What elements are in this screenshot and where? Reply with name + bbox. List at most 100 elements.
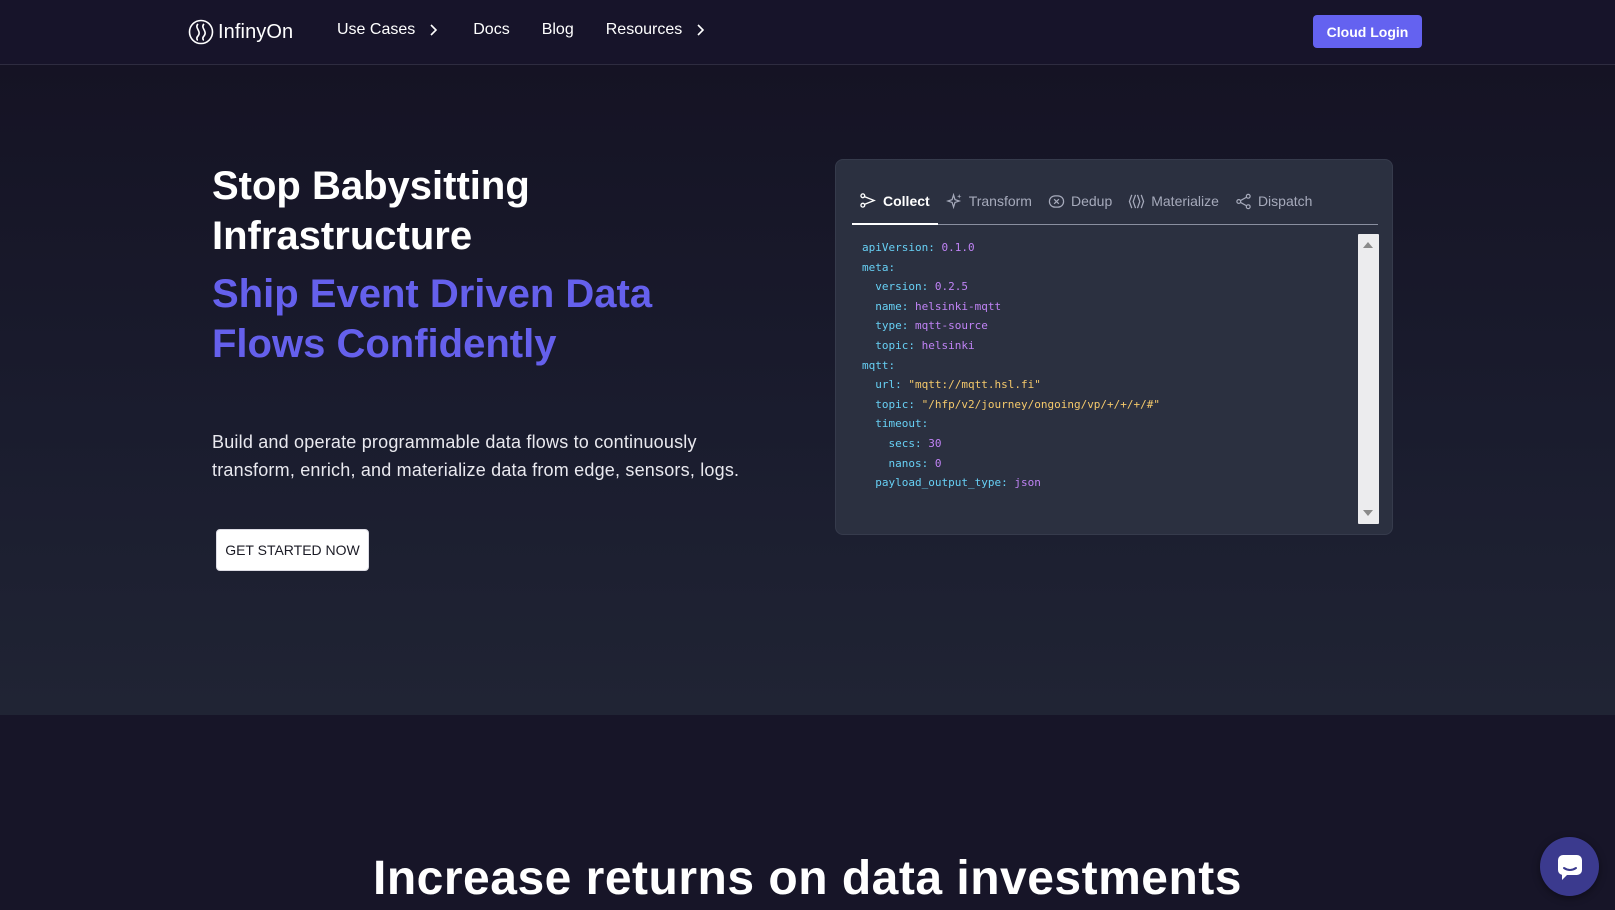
code-line: name: helsinki-mqtt: [862, 297, 1352, 317]
code-colon: :: [908, 397, 915, 411]
tab-materialize[interactable]: Materialize: [1120, 178, 1227, 224]
code-value: helsinki: [921, 338, 975, 352]
nav-docs[interactable]: Docs: [473, 21, 509, 39]
code-value: 0: [934, 456, 942, 470]
code-key: payload_output_type: [875, 476, 1002, 490]
code-colon: :: [908, 338, 915, 352]
section-title: Increase returns on data investments: [373, 852, 1242, 905]
get-started-button[interactable]: GET STARTED NOW: [216, 529, 369, 571]
code-value: helsinki-mqtt: [915, 299, 1002, 313]
code-line: timeout:: [862, 414, 1352, 434]
code-key: nanos: [888, 456, 922, 470]
hero-subtitle-line1: Ship Event Driven Data: [212, 272, 653, 316]
dedup-icon: [1048, 194, 1065, 208]
code-key: topic: [875, 397, 909, 411]
hero-section: Stop Babysitting Infrastructure Ship Eve…: [0, 65, 1615, 715]
code-scrollbar[interactable]: [1358, 234, 1379, 524]
code-line: version: 0.2.5: [862, 277, 1352, 297]
tab-transform[interactable]: Transform: [938, 178, 1040, 224]
code-colon: :: [921, 417, 929, 431]
top-navbar: InfinyOn Use Cases Docs Blog Resources C…: [0, 0, 1615, 65]
hero-title-line2: Infrastructure: [212, 214, 473, 258]
code-colon: :: [888, 260, 896, 274]
code-key: timeout: [875, 417, 922, 431]
code-colon: :: [895, 378, 902, 392]
code-colon: :: [888, 358, 896, 372]
code-key: topic: [875, 338, 909, 352]
code-colon: :: [915, 436, 922, 450]
code-line: topic: helsinki: [862, 336, 1352, 356]
tab-transform-label: Transform: [968, 193, 1032, 209]
code-key: apiVersion: [862, 241, 929, 254]
chat-widget-button[interactable]: [1540, 837, 1599, 896]
code-colon: :: [1001, 476, 1008, 490]
hero-subtitle-line2: Flows Confidently: [212, 322, 557, 366]
hero-headline: Stop Babysitting Infrastructure Ship Eve…: [212, 161, 772, 369]
cloud-login-button[interactable]: Cloud Login: [1313, 15, 1422, 48]
nav-blog-label: Blog: [541, 21, 574, 38]
hero-subtitle: Ship Event Driven Data Flows Confidently: [212, 269, 772, 369]
code-key: url: [875, 378, 896, 392]
hero-description-line2: transform, enrich, and materialize data …: [212, 460, 740, 480]
hero-title: Stop Babysitting Infrastructure: [212, 161, 772, 261]
tab-dispatch[interactable]: Dispatch: [1227, 178, 1320, 224]
scroll-down-arrow-icon[interactable]: [1363, 510, 1373, 516]
hero-description: Build and operate programmable data flow…: [212, 428, 802, 484]
code-line: topic: "/hfp/v2/journey/ongoing/vp/+/+/+…: [862, 395, 1352, 415]
code-example-card: Collect Transform Dedup Materialize Disp…: [835, 159, 1393, 535]
hero-description-line1: Build and operate programmable data flow…: [212, 432, 697, 452]
nav-blog[interactable]: Blog: [542, 21, 574, 39]
primary-nav: Use Cases Docs Blog Resources: [337, 21, 708, 39]
infinyon-logo[interactable]: InfinyOn: [188, 18, 293, 46]
nav-resources[interactable]: Resources: [606, 21, 708, 39]
tab-collect-label: Collect: [883, 192, 930, 209]
code-value: "/hfp/v2/journey/ongoing/vp/+/+/+/#": [921, 397, 1161, 411]
tab-dedup[interactable]: Dedup: [1040, 178, 1120, 224]
code-key: meta: [862, 260, 889, 274]
code-value: 0.2.5: [934, 280, 968, 294]
hero-title-line1: Stop Babysitting: [212, 164, 530, 208]
nav-use-cases[interactable]: Use Cases: [337, 21, 441, 39]
tab-dispatch-label: Dispatch: [1257, 193, 1313, 209]
scroll-up-arrow-icon[interactable]: [1363, 242, 1373, 248]
code-line: nanos: 0: [862, 454, 1352, 474]
code-line: apiVersion: 0.1.0: [862, 238, 1352, 258]
code-line: mqtt:: [862, 356, 1352, 376]
code-key: version: [875, 280, 922, 294]
code-line: secs: 30: [862, 434, 1352, 454]
code-block: apiVersion: 0.1.0 meta: version: 0.2.5 na…: [862, 238, 1352, 528]
code-line: meta:: [862, 258, 1352, 278]
code-colon: :: [928, 241, 935, 254]
returns-section: Increase returns on data investments: [0, 715, 1615, 910]
code-value: "mqtt://mqtt.hsl.fi": [908, 378, 1041, 392]
code-line: payload_output_type: json: [862, 473, 1352, 493]
sparkle-icon: [945, 192, 962, 209]
code-value: json: [1014, 476, 1041, 490]
chat-bubble-icon: [1557, 854, 1582, 880]
tab-collect[interactable]: Collect: [852, 178, 938, 225]
code-value: mqtt-source: [915, 319, 988, 333]
nav-docs-label: Docs: [473, 21, 510, 38]
code-key: name: [875, 299, 902, 313]
share-icon: [1236, 193, 1251, 209]
tab-dedup-label: Dedup: [1070, 193, 1113, 209]
nav-use-cases-label: Use Cases: [337, 21, 416, 38]
nav-resources-label: Resources: [605, 21, 683, 38]
collect-icon: [860, 193, 876, 208]
code-key: type: [875, 319, 902, 333]
materialize-icon: [1128, 194, 1145, 208]
code-tabs: Collect Transform Dedup Materialize Disp…: [852, 178, 1378, 225]
